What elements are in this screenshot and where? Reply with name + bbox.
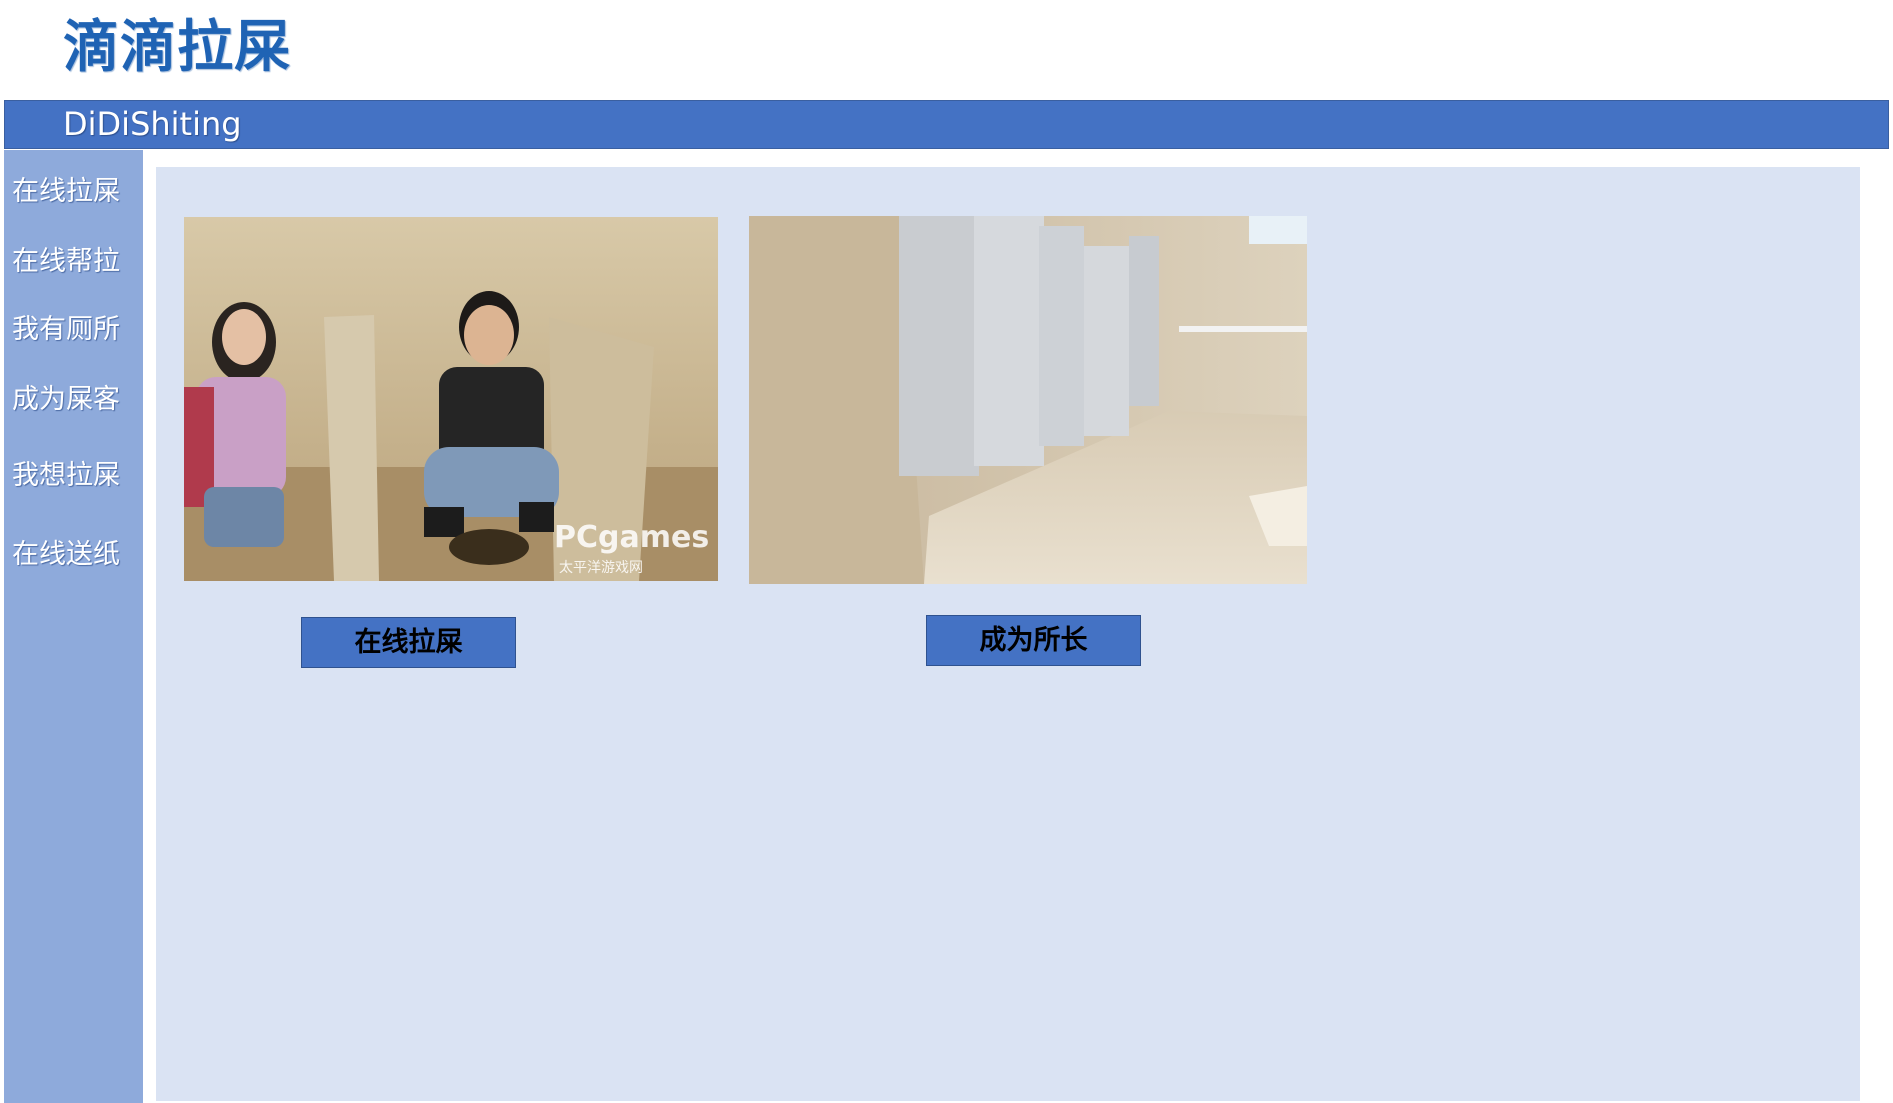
sidebar-item-i-have-toilet[interactable]: 我有厕所 [12,312,120,348]
brand-subtitle: DiDiShiting [63,105,242,143]
online-poop-button[interactable]: 在线拉屎 [301,617,516,668]
top-banner: DiDiShiting [4,100,1889,149]
page: 滴滴拉屎 DiDiShiting 在线拉屎 在线帮拉 我有厕所 成为屎客 我想拉… [0,0,1893,1103]
sidebar-item-i-want-to-poop[interactable]: 我想拉屎 [12,458,120,494]
sidebar-nav: 在线拉屎 在线帮拉 我有厕所 成为屎客 我想拉屎 在线送纸 [4,150,143,1103]
latrine-photo: PCgames 太平洋游戏网 [184,217,718,581]
sidebar-item-become-guest[interactable]: 成为屎客 [12,382,120,418]
restroom-stalls-photo [749,216,1307,584]
brand-title: 滴滴拉屎 [63,15,291,80]
watermark-subtext: 太平洋游戏网 [559,560,643,576]
watermark-text: PCgames [554,520,709,555]
sidebar-item-online-paper[interactable]: 在线送纸 [12,537,120,573]
sidebar-item-online-help[interactable]: 在线帮拉 [12,244,120,280]
become-manager-button[interactable]: 成为所长 [926,615,1141,666]
sidebar-item-online-poop[interactable]: 在线拉屎 [12,174,120,210]
